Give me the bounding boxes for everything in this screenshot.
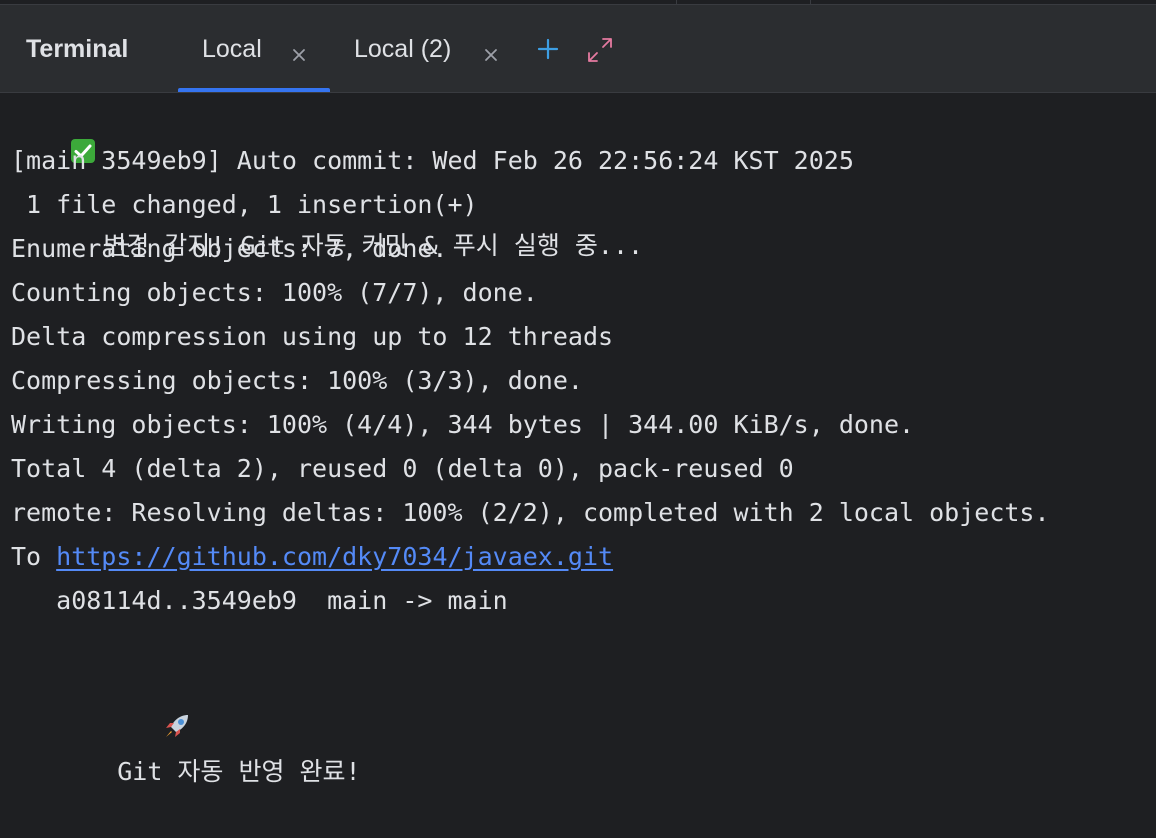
terminal-line: Writing objects: 100% (4/4), 344 bytes |… bbox=[11, 410, 915, 439]
tool-window-title: Terminal bbox=[26, 35, 129, 63]
terminal-line: Total 4 (delta 2), reused 0 (delta 0), p… bbox=[11, 454, 794, 483]
terminal-line: Git 자동 반영 완료! bbox=[11, 623, 361, 786]
tab-local-label: Local bbox=[202, 35, 262, 63]
terminal-output[interactable]: 변경 감지! Git 자동 커밋 & 푸시 실행 중... [main 3549… bbox=[0, 93, 1156, 786]
terminal-line: [main 3549eb9] Auto commit: Wed Feb 26 2… bbox=[11, 146, 854, 175]
rocket-icon bbox=[71, 667, 188, 737]
close-icon[interactable] bbox=[288, 35, 312, 65]
tab-local-2-label: Local (2) bbox=[354, 35, 452, 63]
terminal-line: 변경 감지! Git 자동 커밋 & 푸시 실행 중... bbox=[11, 95, 643, 260]
close-icon[interactable] bbox=[480, 35, 504, 65]
terminal-line: Counting objects: 100% (7/7), done. bbox=[11, 278, 538, 307]
plus-icon[interactable] bbox=[533, 34, 563, 64]
terminal-line: 1 file changed, 1 insertion(+) bbox=[11, 190, 478, 219]
terminal-tool-header: Terminal Local Local (2) bbox=[0, 5, 1156, 93]
active-tab-indicator bbox=[178, 88, 330, 92]
expand-icon[interactable] bbox=[586, 36, 616, 66]
terminal-line: Compressing objects: 100% (3/3), done. bbox=[11, 366, 583, 395]
tab-local-2[interactable]: Local (2) bbox=[336, 5, 516, 92]
terminal-line: Enumerating objects: 7, done. bbox=[11, 234, 448, 263]
terminal-line: Delta compression using up to 12 threads bbox=[11, 322, 614, 351]
terminal-line-text: Git 자동 반영 완료! bbox=[117, 757, 361, 786]
terminal-line: remote: Resolving deltas: 100% (2/2), co… bbox=[11, 498, 1050, 527]
terminal-line: a08114d..3549eb9 main -> main bbox=[11, 586, 508, 615]
tab-local[interactable]: Local bbox=[178, 5, 330, 92]
terminal-line-text: To bbox=[11, 542, 57, 571]
repository-link[interactable]: https://github.com/dky7034/javaex.git bbox=[56, 542, 613, 571]
terminal-line: To https://github.com/dky7034/javaex.git bbox=[11, 535, 613, 579]
